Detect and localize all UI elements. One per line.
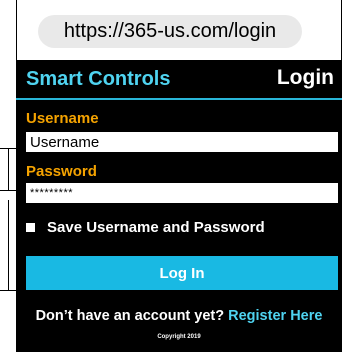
frame-border-top (16, 0, 17, 60)
password-field[interactable]: ********* (26, 183, 338, 203)
register-row: Don’t have an account yet? Register Here (16, 308, 342, 324)
page-title: Login (276, 66, 334, 89)
save-credentials-row[interactable]: Save Username and Password (26, 219, 265, 236)
app-title: Smart Controls (26, 68, 171, 90)
login-button-label: Log In (159, 264, 205, 282)
frame-tick-3 (0, 290, 16, 291)
register-prompt: Don’t have an account yet? (35, 308, 229, 324)
url-text: https://365-us.com/login (63, 20, 277, 42)
copyright-text: Copyright 2019 (157, 334, 201, 340)
login-screen: Smart Controls Login Username Username P… (16, 60, 342, 352)
frame-side-1 (8, 148, 9, 190)
address-bar[interactable]: https://365-us.com/login (38, 15, 302, 48)
app-header: Smart Controls Login (16, 60, 342, 100)
frame-side-2 (8, 200, 9, 290)
password-value: ********* (30, 187, 74, 199)
save-credentials-checkbox[interactable] (26, 223, 35, 232)
username-label: Username (26, 110, 99, 127)
username-field[interactable]: Username (26, 132, 338, 152)
register-link[interactable]: Register Here (228, 308, 322, 324)
password-label: Password (26, 163, 97, 180)
frame-border-top-right (341, 0, 342, 60)
save-credentials-label: Save Username and Password (47, 219, 265, 236)
login-button[interactable]: Log In (26, 256, 338, 290)
frame-tick-2 (0, 190, 16, 191)
username-value: Username (30, 133, 100, 151)
